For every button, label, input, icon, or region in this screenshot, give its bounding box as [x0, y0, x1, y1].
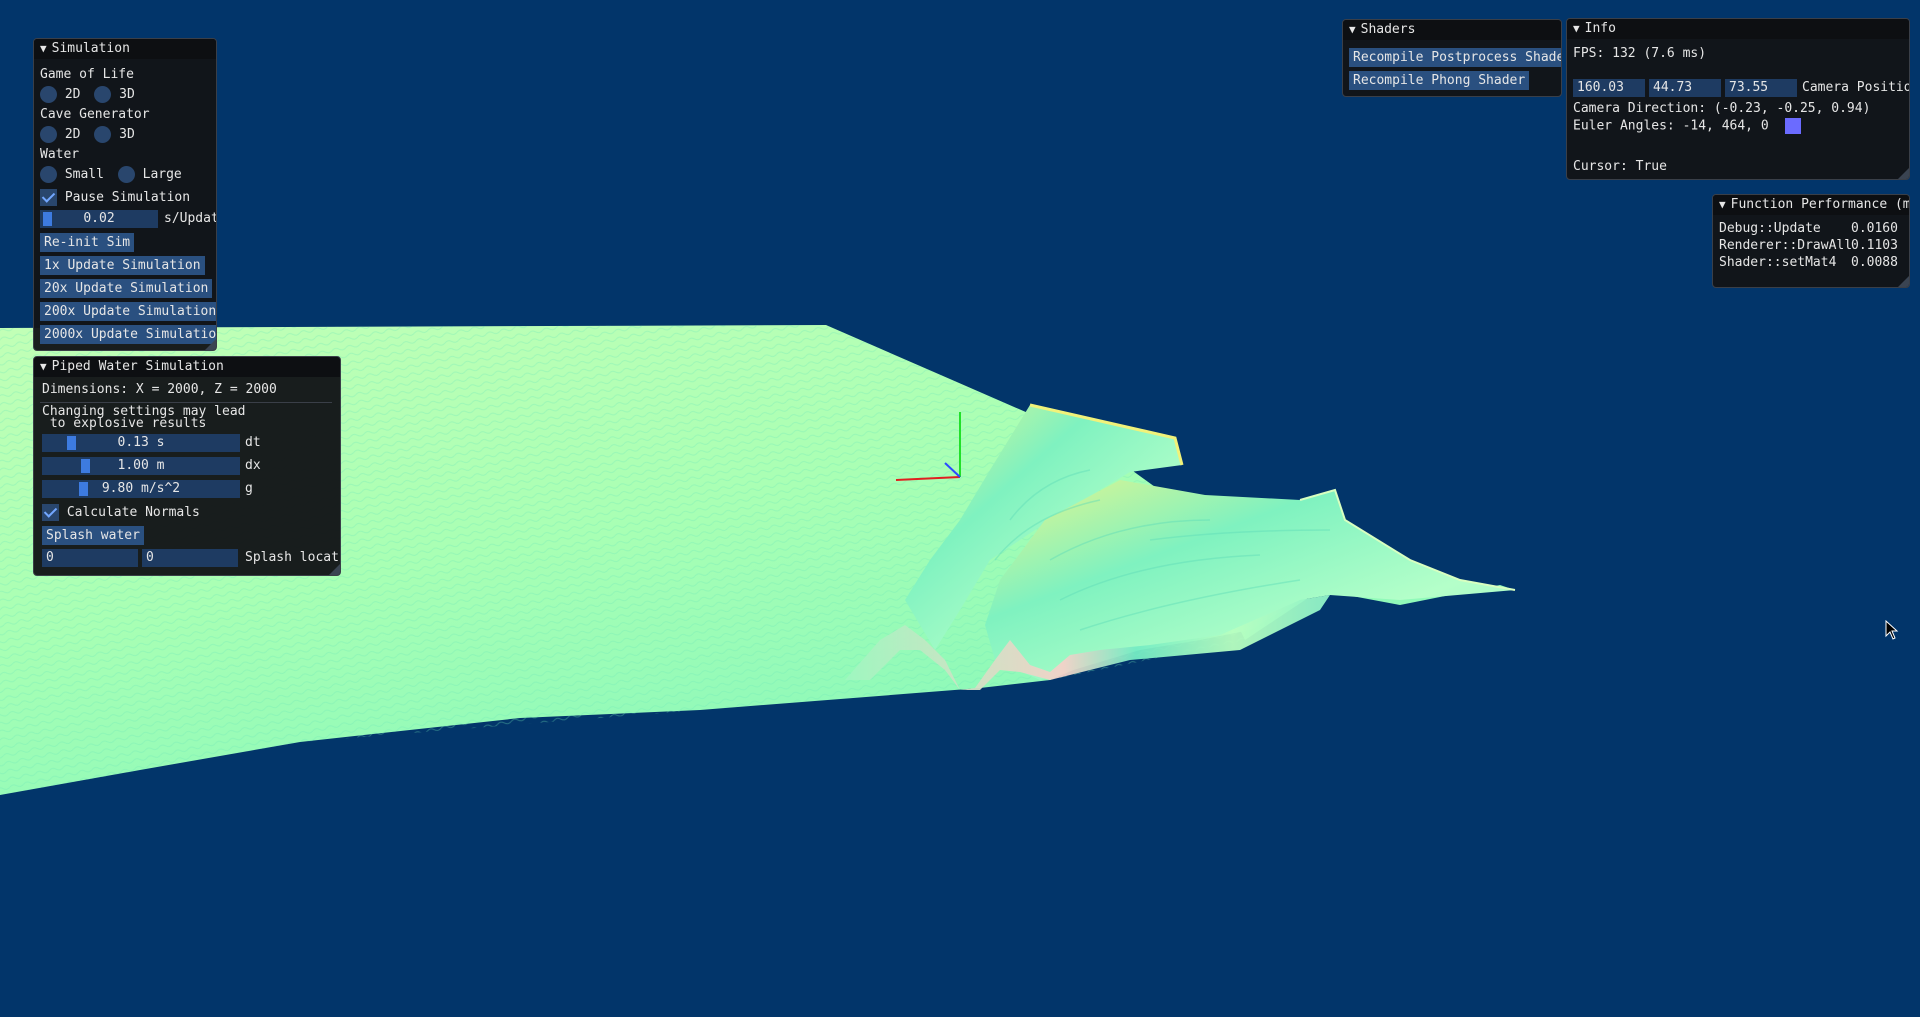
gol-2d-radio[interactable] — [40, 86, 57, 103]
g-value: 9.80 m/s^2 — [101, 481, 181, 496]
cursor-status-text: Cursor: True — [1573, 159, 1667, 174]
piped-water-window[interactable]: ▼ Piped Water Simulation Dimensions: X = … — [33, 356, 341, 576]
gol-3d-radio[interactable] — [94, 86, 112, 103]
splash-z-input[interactable]: 0 — [142, 549, 238, 567]
dt-slider[interactable]: 0.13 s — [42, 434, 240, 452]
dimensions-text: Dimensions: X = 2000, Z = 2000 — [42, 382, 277, 397]
perf-row-name: Shader::setMat4 — [1719, 255, 1837, 270]
update-rate-value: 0.02 — [83, 211, 115, 226]
perf-row-value: 0.0088 — [1851, 255, 1898, 270]
dt-grab[interactable] — [67, 436, 76, 450]
water-large-label: Large — [142, 167, 182, 182]
splash-location-label: Splash locati — [245, 550, 341, 565]
collapse-icon[interactable]: ▼ — [1719, 195, 1726, 215]
dt-label: dt — [245, 435, 261, 450]
simulation-window[interactable]: ▼ Simulation Game of Life 2D 3D Cave Gene… — [33, 38, 217, 351]
gol-3d-label: 3D — [119, 87, 135, 102]
warning-text-line2: to explosive results — [42, 416, 207, 431]
resize-grip[interactable] — [205, 339, 216, 350]
performance-title-bar[interactable]: ▼ Function Performance (ms) — [1713, 195, 1909, 215]
cave-2d-label: 2D — [64, 127, 81, 142]
shaders-title-bar[interactable]: ▼ Shaders — [1343, 20, 1561, 40]
perf-row-value: 0.1103 — [1851, 238, 1898, 253]
perf-row-name: Debug::Update — [1719, 221, 1821, 236]
splash-water-button[interactable]: Splash water — [42, 526, 144, 545]
camera-y-input[interactable]: 44.73 — [1649, 79, 1721, 97]
camera-z-input[interactable]: 73.55 — [1725, 79, 1797, 97]
perf-row-name: Renderer::DrawAll — [1719, 238, 1853, 253]
simulation-title-bar[interactable]: ▼ Simulation — [34, 39, 216, 59]
update-1x-button[interactable]: 1x Update Simulation — [40, 256, 205, 275]
cave-2d-radio[interactable] — [40, 126, 57, 143]
calculate-normals-checkbox[interactable] — [42, 504, 59, 521]
collapse-icon[interactable]: ▼ — [1573, 19, 1580, 39]
fps-text: FPS: 132 (7.6 ms) — [1573, 46, 1707, 61]
cave-3d-label: 3D — [119, 127, 135, 142]
dx-slider[interactable]: 1.00 m — [42, 457, 240, 475]
resize-grip[interactable] — [1898, 276, 1909, 287]
dx-grab[interactable] — [81, 459, 90, 473]
recompile-postprocess-button[interactable]: Recompile Postprocess Shader — [1349, 48, 1561, 67]
euler-angles-text: Euler Angles: -14, 464, 0 — [1573, 118, 1769, 134]
color-swatch[interactable] — [1784, 118, 1801, 134]
cave-generator-label: Cave Generator — [40, 107, 150, 122]
info-title-bar[interactable]: ▼ Info — [1567, 19, 1909, 39]
water-label: Water — [40, 147, 80, 162]
update-200x-button[interactable]: 200x Update Simulation — [40, 302, 216, 321]
game-of-life-label: Game of Life — [40, 67, 134, 82]
update-2000x-button[interactable]: 2000x Update Simulation — [40, 325, 216, 344]
mouse-cursor-icon — [1885, 620, 1899, 640]
reinit-sim-button[interactable]: Re-init Sim — [40, 233, 135, 252]
calculate-normals-label: Calculate Normals — [66, 505, 200, 520]
gol-2d-label: 2D — [64, 87, 81, 102]
camera-x-input[interactable]: 160.03 — [1573, 79, 1645, 97]
shaders-title: Shaders — [1360, 22, 1416, 37]
camera-position-label: Camera Position — [1802, 80, 1910, 95]
dt-value: 0.13 s — [117, 435, 165, 450]
update-rate-slider[interactable]: 0.02 — [40, 210, 158, 228]
function-performance-window[interactable]: ▼ Function Performance (ms) Debug::Update… — [1712, 194, 1910, 288]
perf-row-value: 0.0160 — [1851, 221, 1898, 236]
splash-x-input[interactable]: 0 — [42, 549, 138, 567]
update-rate-label: s/Updat — [164, 211, 217, 226]
info-title: Info — [1584, 21, 1616, 36]
g-grab[interactable] — [79, 482, 88, 496]
water-large-radio[interactable] — [117, 166, 135, 183]
resize-grip[interactable] — [329, 564, 340, 575]
piped-water-title-bar[interactable]: ▼ Piped Water Simulation — [34, 357, 340, 377]
g-slider[interactable]: 9.80 m/s^2 — [42, 480, 240, 498]
water-small-radio[interactable] — [40, 166, 57, 183]
simulation-title: Simulation — [51, 41, 130, 56]
camera-direction-text: Camera Direction: (-0.23, -0.25, 0.94) — [1573, 101, 1871, 116]
dx-label: dx — [245, 458, 261, 473]
performance-title: Function Performance (ms) — [1730, 197, 1910, 212]
collapse-icon[interactable]: ▼ — [40, 39, 47, 59]
resize-grip[interactable] — [1898, 168, 1909, 179]
pause-simulation-checkbox[interactable] — [40, 189, 57, 206]
update-20x-button[interactable]: 20x Update Simulation — [40, 279, 213, 298]
recompile-phong-button[interactable]: Recompile Phong Shader — [1349, 71, 1530, 90]
cave-3d-radio[interactable] — [94, 126, 112, 143]
pause-simulation-label: Pause Simulation — [64, 190, 191, 205]
collapse-icon[interactable]: ▼ — [40, 357, 47, 377]
piped-water-title: Piped Water Simulation — [51, 359, 224, 374]
g-label: g — [245, 481, 253, 496]
shaders-window[interactable]: ▼ Shaders Recompile Postprocess Shader Re… — [1342, 19, 1562, 97]
dx-value: 1.00 m — [117, 458, 165, 473]
separator — [40, 402, 332, 403]
update-rate-grab[interactable] — [43, 212, 52, 226]
collapse-icon[interactable]: ▼ — [1349, 20, 1356, 40]
info-window[interactable]: ▼ Info FPS: 132 (7.6 ms) 160.03 44.73 73.… — [1566, 18, 1910, 180]
water-small-label: Small — [64, 167, 104, 182]
